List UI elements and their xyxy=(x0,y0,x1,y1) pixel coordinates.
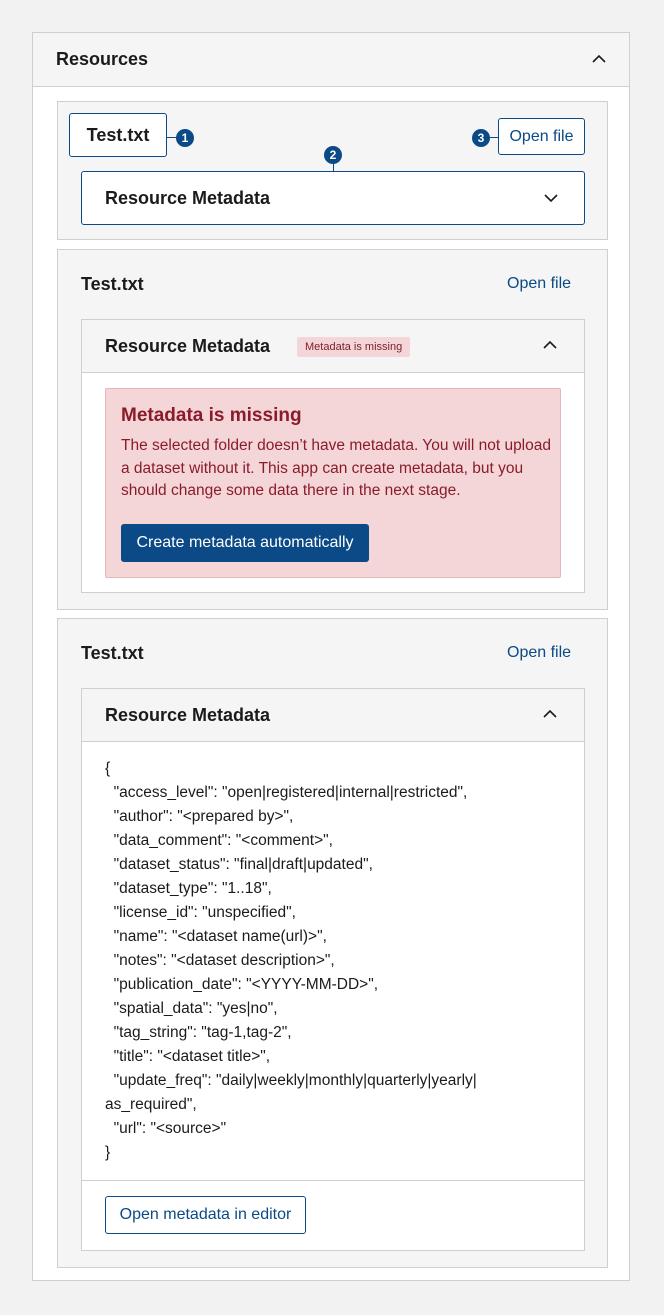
resource-card-missing-metadata: Test.txt Open file Resource Metadata Met… xyxy=(57,249,608,610)
open-file-button[interactable]: Open file xyxy=(498,118,585,155)
metadata-missing-alert: Metadata is missing The selected folder … xyxy=(105,388,561,578)
resource-metadata-accordion: Resource Metadata { "access_level": "ope… xyxy=(81,688,585,1251)
accordion-title: Resource Metadata xyxy=(105,705,271,725)
status-badge: Metadata is missing xyxy=(297,337,411,357)
resource-card-with-metadata: Test.txt Open file Resource Metadata { "… xyxy=(57,618,608,1268)
accordion-title: Resource Metadata xyxy=(105,336,271,356)
open-file-link[interactable]: Open file xyxy=(507,275,571,293)
resource-metadata-accordion: Resource Metadata Metadata is missing Me… xyxy=(81,319,585,593)
resource-file-name: Test.txt xyxy=(69,113,167,157)
resources-panel-header[interactable]: Resources xyxy=(33,33,629,87)
callout-marker-1: 1 xyxy=(176,129,194,147)
alert-title: Metadata is missing xyxy=(121,405,302,426)
callout-connector xyxy=(333,164,334,171)
alert-body: The selected folder doesn’t have metadat… xyxy=(121,437,551,499)
open-file-link[interactable]: Open file xyxy=(507,644,571,662)
metadata-json-preview: { "access_level": "open|registered|inter… xyxy=(105,760,477,1161)
resource-file-name: Test.txt xyxy=(81,643,144,663)
resource-metadata-accordion-collapsed[interactable]: Resource Metadata xyxy=(81,171,585,225)
chevron-down-icon[interactable] xyxy=(542,189,560,207)
callout-connector xyxy=(490,137,498,138)
resource-file-name: Test.txt xyxy=(81,274,144,294)
callout-marker-2: 2 xyxy=(324,146,342,164)
chevron-up-icon[interactable] xyxy=(541,705,559,723)
open-metadata-editor-button[interactable]: Open metadata in editor xyxy=(105,1196,306,1234)
resource-card-annotated: Test.txt 1 2 3 Open file Resource Metada… xyxy=(57,101,608,240)
divider xyxy=(82,1180,584,1181)
accordion-header[interactable]: Resource Metadata xyxy=(82,689,584,742)
create-metadata-button[interactable]: Create metadata automatically xyxy=(121,524,369,562)
chevron-up-icon[interactable] xyxy=(541,336,559,354)
chevron-up-icon[interactable] xyxy=(590,50,608,68)
callout-marker-3: 3 xyxy=(472,129,490,147)
resources-panel: Resources Test.txt 1 2 3 Open file Resou… xyxy=(32,32,630,1281)
accordion-title: Resource Metadata xyxy=(105,188,271,208)
accordion-header[interactable]: Resource Metadata Metadata is missing xyxy=(82,320,584,373)
resources-panel-title: Resources xyxy=(56,49,149,69)
